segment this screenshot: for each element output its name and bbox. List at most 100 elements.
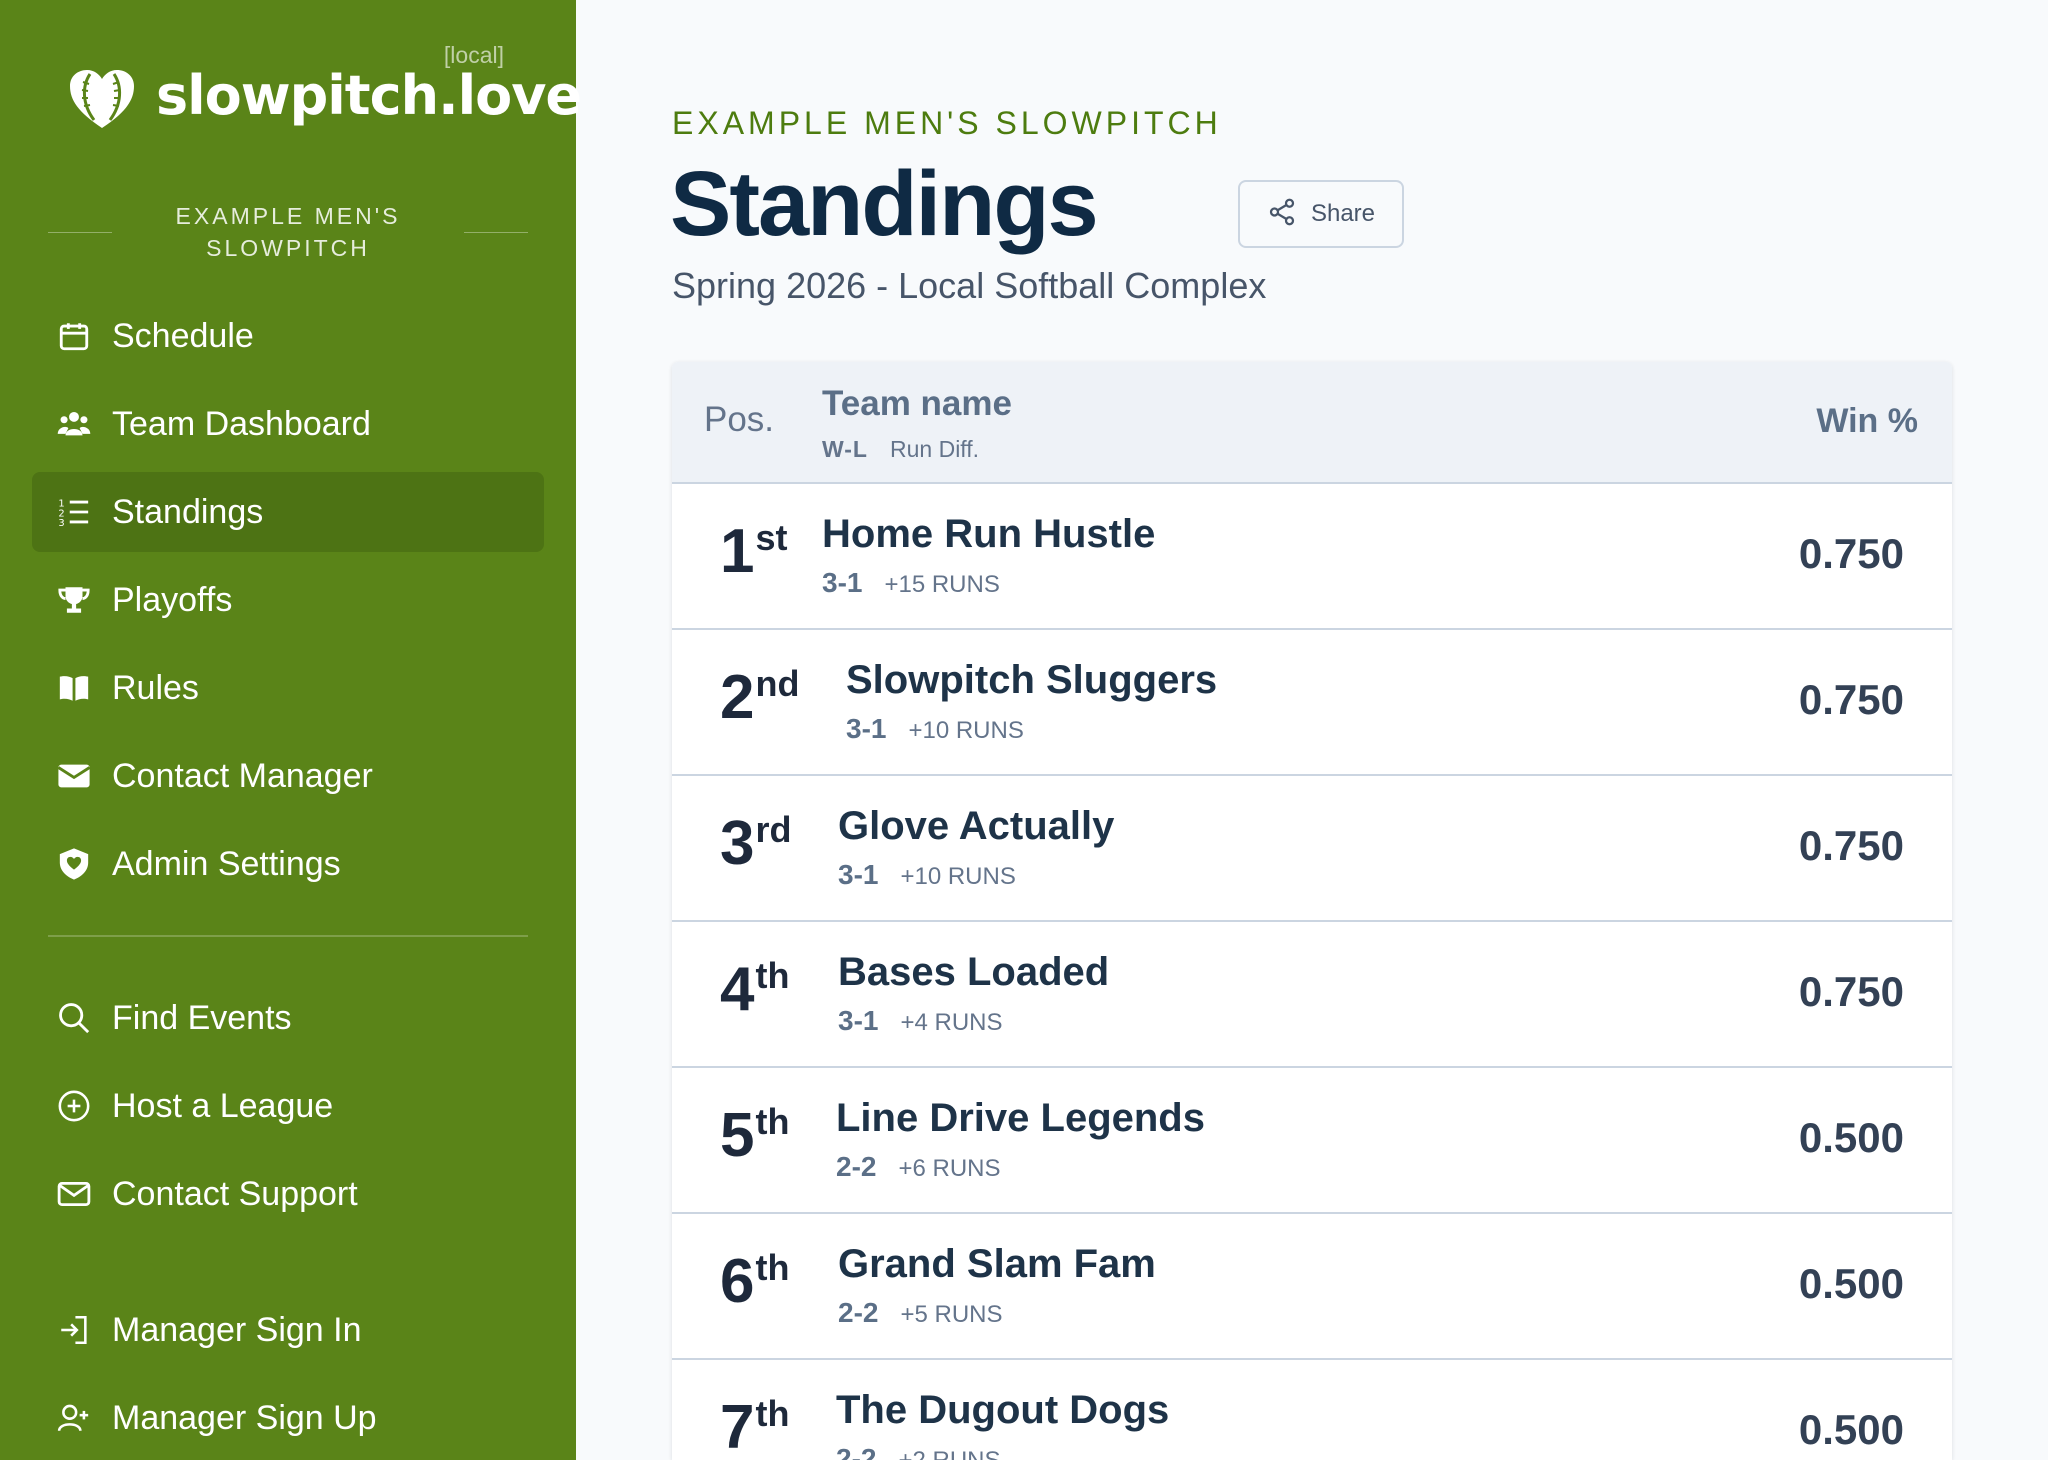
season-subtitle: Spring 2026 - Local Softball Complex <box>672 265 1267 306</box>
share-label: Share <box>1310 200 1376 227</box>
position-rank: 5th <box>720 1101 790 1170</box>
league-label: EXAMPLE MEN'S SLOWPITCH <box>175 203 401 261</box>
nav-label: Manager Sign In <box>112 1310 362 1349</box>
nav-item-contact-manager[interactable]: Contact Manager <box>32 736 544 816</box>
table-row[interactable]: 7th The Dugout Dogs 2-2 +2 RUNS 0.500 <box>672 1360 1952 1460</box>
team-run-diff: +4 RUNS <box>900 1009 1003 1036</box>
team-run-diff: +10 RUNS <box>908 717 1024 744</box>
nav-label: Playoffs <box>112 580 233 619</box>
team-cell: The Dugout Dogs 2-2 +2 RUNS <box>836 1388 1169 1460</box>
heart-softball-icon <box>68 68 136 130</box>
position-rank: 2nd <box>720 663 800 732</box>
main-content: EXAMPLE MEN'S SLOWPITCH Standings Share … <box>576 0 2048 1460</box>
team-name[interactable]: Line Drive Legends <box>836 1096 1205 1141</box>
team-record: 3-1 <box>838 859 879 890</box>
team-cell: Home Run Hustle 3-1 +15 RUNS <box>822 512 1155 599</box>
share-icon <box>1267 197 1297 232</box>
envelope-outline-icon <box>56 1176 92 1212</box>
win-percentage: 0.500 <box>1798 1406 1904 1453</box>
team-run-diff: +10 RUNS <box>900 863 1016 890</box>
envelope-filled-icon <box>56 758 92 794</box>
standings-table: Pos. Team name W-L Run Diff. Win % 1st H… <box>672 362 1952 1460</box>
divider-line <box>48 232 112 233</box>
team-cell: Glove Actually 3-1 +10 RUNS <box>838 804 1114 891</box>
win-percentage: 0.750 <box>1798 822 1904 869</box>
team-name[interactable]: Slowpitch Sluggers <box>846 658 1217 703</box>
table-row[interactable]: 3rd Glove Actually 3-1 +10 RUNS 0.750 <box>672 776 1952 922</box>
table-row[interactable]: 2nd Slowpitch Sluggers 3-1 +10 RUNS 0.750 <box>672 630 1952 776</box>
win-percentage: 0.750 <box>1798 530 1904 577</box>
column-header-run-diff: Run Diff. <box>890 436 980 462</box>
nav-item-host-a-league[interactable]: Host a League <box>32 1066 544 1146</box>
nav-item-playoffs[interactable]: Playoffs <box>32 560 544 640</box>
team-cell: Slowpitch Sluggers 3-1 +10 RUNS <box>846 658 1217 745</box>
column-header-position: Pos. <box>704 400 775 439</box>
column-header-win-loss: W-L <box>822 436 868 462</box>
team-cell: Grand Slam Fam 2-2 +5 RUNS <box>838 1242 1156 1329</box>
search-icon <box>56 1000 92 1036</box>
sign-in-icon <box>56 1312 92 1348</box>
calendar-icon <box>56 318 92 354</box>
user-plus-icon <box>56 1400 92 1436</box>
league-eyebrow: EXAMPLE MEN'S SLOWPITCH <box>672 105 1222 141</box>
nav-item-rules[interactable]: Rules <box>32 648 544 728</box>
table-row[interactable]: 1st Home Run Hustle 3-1 +15 RUNS 0.750 <box>672 484 1952 630</box>
position-rank: 7th <box>720 1393 790 1460</box>
team-cell: Bases Loaded 3-1 +4 RUNS <box>838 950 1109 1037</box>
team-name[interactable]: The Dugout Dogs <box>836 1388 1169 1433</box>
table-row[interactable]: 5th Line Drive Legends 2-2 +6 RUNS 0.500 <box>672 1068 1952 1214</box>
nav-item-team-dashboard[interactable]: Team Dashboard <box>32 384 544 464</box>
team-name[interactable]: Grand Slam Fam <box>838 1242 1156 1287</box>
nav-item-contact-support[interactable]: Contact Support <box>32 1154 544 1234</box>
position-rank: 1st <box>720 517 788 586</box>
team-record: 3-1 <box>838 1005 879 1036</box>
team-cell: Line Drive Legends 2-2 +6 RUNS <box>836 1096 1205 1183</box>
nav-item-find-events[interactable]: Find Events <box>32 978 544 1058</box>
column-header-win-pct: Win % <box>1816 402 1918 440</box>
team-name[interactable]: Home Run Hustle <box>822 512 1155 557</box>
team-name[interactable]: Glove Actually <box>838 804 1114 849</box>
sidebar: [local] slowpitch.love EXAMPLE MEN'S SLO… <box>0 0 582 1460</box>
nav-label: Host a League <box>112 1086 334 1125</box>
win-percentage: 0.500 <box>1798 1114 1904 1161</box>
team-run-diff: +6 RUNS <box>898 1155 1001 1182</box>
nav-label: Rules <box>112 668 199 707</box>
table-row[interactable]: 4th Bases Loaded 3-1 +4 RUNS 0.750 <box>672 922 1952 1068</box>
nav-label: Schedule <box>112 316 254 355</box>
team-record: 2-2 <box>838 1297 879 1328</box>
nav-label: Find Events <box>112 998 292 1037</box>
team-record: 3-1 <box>822 567 863 598</box>
nav-label: Standings <box>112 492 264 531</box>
win-percentage: 0.750 <box>1798 676 1904 723</box>
league-divider: EXAMPLE MEN'S SLOWPITCH <box>48 200 528 261</box>
nav-label: Contact Support <box>112 1174 358 1213</box>
nav-label: Manager Sign Up <box>112 1398 377 1437</box>
trophy-icon <box>56 582 92 618</box>
team-run-diff: +2 RUNS <box>898 1447 1000 1460</box>
nav-item-schedule[interactable]: Schedule <box>32 296 544 376</box>
column-header-team: Team name <box>822 384 1012 423</box>
team-run-diff: +15 RUNS <box>884 571 1000 598</box>
position-rank: 3rd <box>720 809 792 878</box>
nav-item-manager-sign-in[interactable]: Manager Sign In <box>32 1290 544 1370</box>
divider-line <box>464 232 528 233</box>
team-run-diff: +5 RUNS <box>900 1301 1003 1328</box>
table-row[interactable]: 6th Grand Slam Fam 2-2 +5 RUNS 0.500 <box>672 1214 1952 1360</box>
position-rank: 6th <box>720 1247 790 1316</box>
brand[interactable]: [local] slowpitch.love <box>68 40 582 130</box>
win-percentage: 0.500 <box>1798 1260 1904 1307</box>
book-icon <box>56 670 92 706</box>
shield-heart-icon <box>56 846 92 882</box>
users-icon <box>56 406 92 442</box>
brand-name: slowpitch.love <box>156 64 582 127</box>
plus-circle-icon <box>56 1088 92 1124</box>
nav-label: Contact Manager <box>112 756 373 795</box>
nav-item-standings[interactable]: 123 Standings <box>32 472 544 552</box>
nav-label: Team Dashboard <box>112 404 371 443</box>
share-button[interactable]: Share <box>1238 180 1404 248</box>
nav-item-admin-settings[interactable]: Admin Settings <box>32 824 544 904</box>
page-title: Standings <box>670 153 1099 255</box>
team-name[interactable]: Bases Loaded <box>838 950 1109 995</box>
team-record: 3-1 <box>846 713 887 744</box>
nav-item-manager-sign-up[interactable]: Manager Sign Up <box>32 1378 544 1458</box>
